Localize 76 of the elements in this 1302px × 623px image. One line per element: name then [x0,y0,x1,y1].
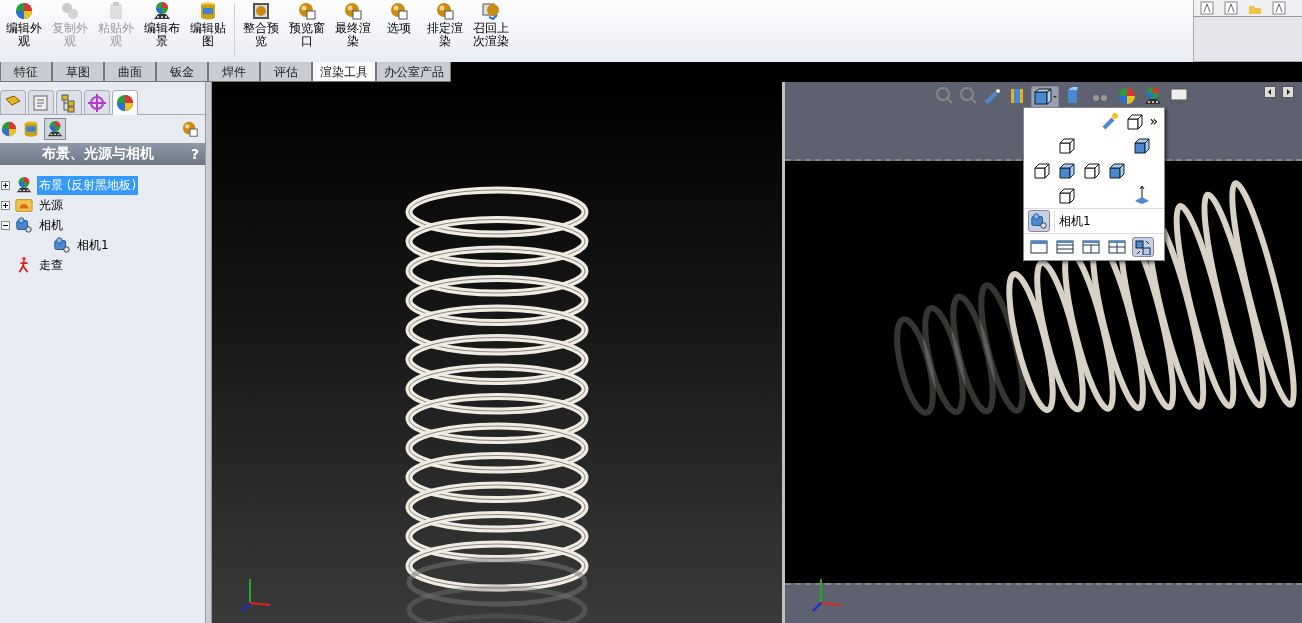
expand-toggle[interactable] [0,200,11,210]
camera-button[interactable] [1028,210,1050,232]
sphere-icon [0,120,18,138]
command-tab[interactable]: 评估 [260,62,312,82]
preview-icon [251,1,271,21]
panel-tab[interactable] [84,90,110,114]
scene-button[interactable] [44,118,66,140]
panel-tab[interactable] [0,90,26,114]
tree-item[interactable]: 相机1 [75,235,111,255]
viewport-layout-button[interactable] [1132,237,1154,257]
more-button[interactable]: » [1149,113,1158,129]
tree-item[interactable]: 走查 [37,255,65,275]
document-icon[interactable] [1200,1,1214,15]
viewport-layout-button[interactable] [1028,237,1050,257]
decal-icon [22,120,40,138]
render-icon [297,1,317,21]
sphere-icon [14,1,34,21]
command-tab[interactable]: 渲染工具 [312,62,376,82]
toolbar-button[interactable]: 编辑布景 [140,1,184,48]
viewport-layout-button[interactable] [1054,237,1076,257]
command-tab[interactable]: 曲面 [104,62,156,82]
document-icon[interactable] [1272,1,1286,15]
view-cube-icon[interactable] [1056,186,1075,204]
expand-toggle[interactable] [0,180,11,190]
command-tab[interactable]: 草图 [52,62,104,82]
scene-icon[interactable] [1143,86,1163,104]
camera-field[interactable]: 相机1 [1054,210,1164,232]
tree-item[interactable]: 光源 [37,195,65,215]
render-icon [343,1,363,21]
view-cube-icon[interactable] [1106,161,1125,179]
crosshair-icon [87,92,107,113]
view-cube-icon[interactable] [1131,136,1150,154]
view-orientation-button[interactable] [1031,86,1059,108]
tree-item[interactable]: 相机 [37,215,65,235]
render-history-icon [481,1,501,21]
appearance-icon[interactable] [1117,86,1137,104]
viewport-layout-button[interactable] [1106,237,1128,257]
document-icon[interactable] [1224,1,1238,15]
scene-icon [152,1,172,21]
display-icon[interactable] [1169,86,1189,104]
panel-tab[interactable] [112,90,138,115]
view-cube-icon[interactable] [1056,161,1075,179]
render-icon [389,1,409,21]
spheres-icon [60,1,80,21]
command-tab[interactable]: 特征 [0,62,52,82]
toolbar-button[interactable]: 选项 [377,1,421,35]
command-tab[interactable]: 焊件 [208,62,260,82]
command-tab[interactable]: 钣金 [156,62,208,82]
folder-icon [15,196,33,214]
scene-icon [15,176,33,194]
toolbar-button[interactable]: 编辑外观 [2,1,46,48]
property-sheet-icon [31,92,51,113]
view-cube-icon[interactable] [1031,161,1050,179]
toolbar-button[interactable]: 预览窗口 [285,1,329,48]
viewport-layout-button[interactable] [1080,237,1102,257]
window-left-icon[interactable] [1264,86,1276,98]
toolbar-button[interactable]: 排定渲染 [423,1,467,48]
toolbar-button[interactable]: 整合预览 [239,1,283,48]
toolbar-button[interactable]: 最终渲染 [331,1,375,48]
collapse-toggle[interactable] [0,220,11,230]
toolbar-button[interactable]: 召回上次渲染 [469,1,513,48]
decal-icon [198,1,218,21]
command-tab[interactable]: 办公室产品 [376,62,451,82]
toolbar-button[interactable]: 编辑贴图 [186,1,230,48]
panel-title: 布景、光源与相机 [41,145,156,163]
camera-icon [15,216,33,234]
view-cube-icon[interactable] [1056,136,1075,154]
flashlight-icon[interactable] [983,86,1001,104]
cube-icon[interactable] [1125,112,1144,130]
window-right-icon[interactable] [1282,86,1294,98]
view-cube-icon[interactable] [1081,161,1100,179]
camera-icon [53,236,71,254]
render-icon [181,120,199,138]
light-icon[interactable] [1101,112,1120,130]
render-icon [435,1,455,21]
sphere-icon [115,93,135,113]
